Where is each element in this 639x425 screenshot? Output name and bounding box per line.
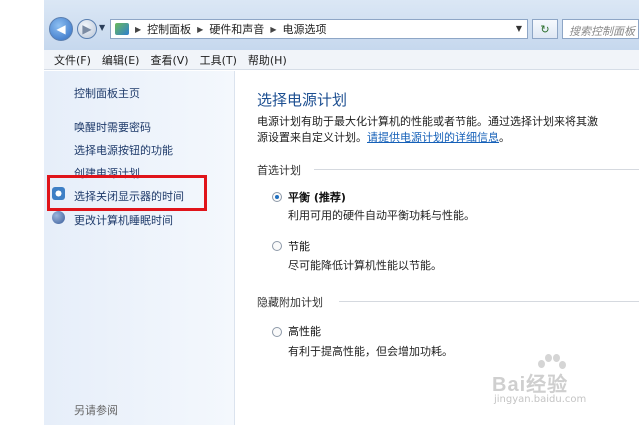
back-arrow-icon: ◀ (56, 22, 66, 36)
sidebar-item-power-button[interactable]: 选择电源按钮的功能 (74, 142, 173, 158)
sidebar: 控制面板主页 唤醒时需要密码 选择电源按钮的功能 创建电源计划 选择关闭显示器的… (44, 71, 235, 425)
page-title: 选择电源计划 (257, 91, 348, 109)
sleep-icon (52, 211, 65, 224)
forward-button[interactable]: ▶ (77, 19, 97, 39)
breadcrumb-hardware-sound[interactable]: 硬件和声音 (209, 21, 264, 37)
description-line-1: 电源计划有助于最大化计算机的性能或者节能。通过选择计划来将其激 (257, 115, 598, 128)
highlight-annotation-box (47, 175, 207, 211)
breadcrumb-chevron-icon[interactable]: ▶ (197, 25, 203, 34)
address-bar: ◀ ▶ ▼ ▶ 控制面板 ▶ 硬件和声音 ▶ 电源选项 ▼ ↻ 搜索控制面板 (44, 0, 639, 51)
plan-desc-high-performance: 有利于提高性能，但会增加功耗。 (288, 345, 453, 358)
breadcrumb-control-panel[interactable]: 控制面板 (147, 21, 191, 37)
forward-arrow-icon: ▶ (82, 22, 92, 36)
description-end: 。 (499, 131, 510, 144)
sidebar-item-require-password[interactable]: 唤醒时需要密码 (74, 119, 151, 135)
sidebar-item-control-panel-home[interactable]: 控制面板主页 (74, 85, 140, 101)
breadcrumb-chevron-icon[interactable]: ▶ (135, 25, 141, 34)
description-text: 源设置来自定义计划。 (257, 131, 367, 144)
plan-desc-balanced: 利用可用的硬件自动平衡功耗与性能。 (288, 209, 475, 222)
group-divider (314, 169, 639, 170)
menu-bar: 文件(F) 编辑(E) 查看(V) 工具(T) 帮助(H) (44, 50, 639, 70)
radio-power-saver[interactable] (272, 241, 282, 251)
control-panel-icon (115, 23, 129, 35)
plan-details-link[interactable]: 请提供电源计划的详细信息 (367, 131, 499, 144)
menu-file[interactable]: 文件(F) (54, 52, 91, 68)
watermark-url: jingyan.baidu.com (494, 394, 587, 405)
plan-name-power-saver[interactable]: 节能 (288, 238, 310, 254)
watermark-text: Bai经验 (492, 374, 569, 396)
breadcrumb-chevron-icon[interactable]: ▶ (270, 25, 276, 34)
breadcrumb-power-options[interactable]: 电源选项 (282, 21, 326, 37)
refresh-icon: ↻ (540, 22, 550, 36)
back-button[interactable]: ◀ (49, 17, 73, 41)
menu-help[interactable]: 帮助(H) (248, 52, 287, 68)
radio-high-performance[interactable] (272, 327, 282, 337)
group-header-hidden-plans[interactable]: 隐藏附加计划 (257, 294, 323, 310)
radio-balanced[interactable] (272, 192, 282, 202)
description-line-2: 源设置来自定义计划。请提供电源计划的详细信息。 (257, 130, 639, 146)
refresh-button[interactable]: ↻ (532, 19, 558, 39)
breadcrumb[interactable]: ▶ 控制面板 ▶ 硬件和声音 ▶ 电源选项 ▼ (110, 19, 528, 39)
sidebar-item-sleep-time[interactable]: 更改计算机睡眠时间 (74, 212, 173, 228)
see-also-heading: 另请参阅 (74, 404, 118, 417)
menu-view[interactable]: 查看(V) (150, 52, 188, 68)
address-dropdown-icon[interactable]: ▼ (516, 24, 522, 33)
plan-desc-power-saver: 尽可能降低计算机性能以节能。 (288, 259, 442, 272)
menu-edit[interactable]: 编辑(E) (102, 52, 140, 68)
recent-pages-dropdown[interactable]: ▼ (99, 23, 105, 32)
group-divider (339, 301, 639, 302)
group-header-preferred-plans: 首选计划 (257, 164, 301, 177)
search-input[interactable]: 搜索控制面板 (562, 19, 639, 39)
menu-tools[interactable]: 工具(T) (200, 52, 237, 68)
page-description: 电源计划有助于最大化计算机的性能或者节能。通过选择计划来将其激 源设置来自定义计… (257, 114, 639, 146)
baidu-watermark: Bai经验 jingyan.baidu.com (492, 352, 632, 412)
plan-name-balanced[interactable]: 平衡 (推荐) (288, 189, 346, 205)
plan-name-high-performance[interactable]: 高性能 (288, 323, 321, 339)
